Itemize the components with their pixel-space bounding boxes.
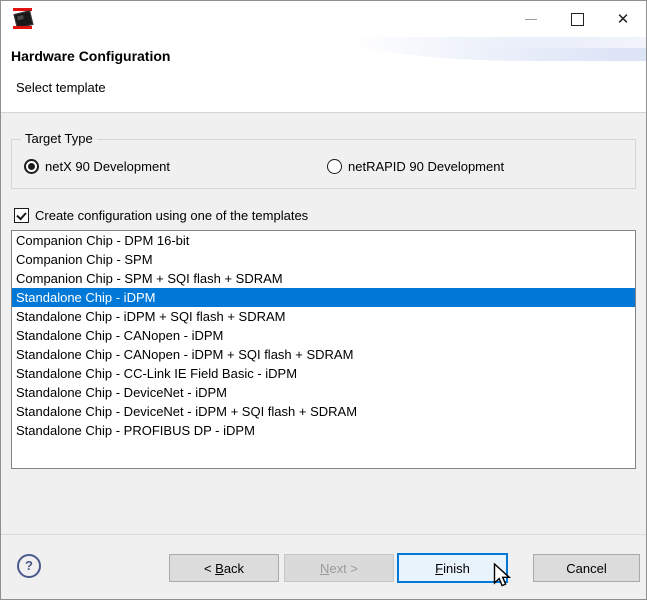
cancel-button[interactable]: Cancel xyxy=(533,554,640,582)
list-item[interactable]: Standalone Chip - PROFIBUS DP - iDPM xyxy=(12,421,635,440)
minimize-button[interactable] xyxy=(508,1,554,37)
template-list[interactable]: Companion Chip - DPM 16-bitCompanion Chi… xyxy=(11,230,636,469)
checkbox-label: Create configuration using one of the te… xyxy=(35,208,308,223)
list-item[interactable]: Companion Chip - DPM 16-bit xyxy=(12,231,635,250)
list-item[interactable]: Companion Chip - SPM + SQI flash + SDRAM xyxy=(12,269,635,288)
maximize-icon xyxy=(571,13,584,26)
wizard-header: Hardware Configuration Select template xyxy=(1,37,646,113)
help-button[interactable]: ? xyxy=(17,554,41,578)
maximize-button[interactable] xyxy=(554,1,600,37)
target-type-legend: Target Type xyxy=(21,131,97,146)
list-item[interactable]: Companion Chip - SPM xyxy=(12,250,635,269)
list-item[interactable]: Standalone Chip - CC-Link IE Field Basic… xyxy=(12,364,635,383)
radio-icon[interactable] xyxy=(327,159,342,174)
netx-chip-icon xyxy=(11,7,35,31)
title-bar[interactable]: ✕ xyxy=(1,1,646,37)
radio-label: netX 90 Development xyxy=(45,159,170,174)
page-subtitle: Select template xyxy=(16,80,106,95)
next-button[interactable]: Next > xyxy=(284,554,394,582)
list-item[interactable]: Standalone Chip - CANopen - iDPM + SQI f… xyxy=(12,345,635,364)
radio-netx-90-development[interactable]: netX 90 Development xyxy=(24,159,170,174)
checkbox-icon[interactable] xyxy=(14,208,29,223)
radio-icon[interactable] xyxy=(24,159,39,174)
hardware-configuration-dialog: ✕ Hardware Configuration Select template… xyxy=(0,0,647,600)
close-button[interactable]: ✕ xyxy=(600,1,646,37)
window-controls: ✕ xyxy=(508,1,646,37)
list-item[interactable]: Standalone Chip - DeviceNet - iDPM + SQI… xyxy=(12,402,635,421)
radio-label: netRAPID 90 Development xyxy=(348,159,504,174)
minimize-icon xyxy=(525,19,537,20)
close-icon: ✕ xyxy=(617,12,630,27)
list-item-selected[interactable]: Standalone Chip - iDPM xyxy=(12,288,635,307)
target-type-group: Target Type netX 90 Development netRAPID… xyxy=(11,139,636,189)
finish-button[interactable]: Finish xyxy=(397,553,508,583)
wizard-content: Target Type netX 90 Development netRAPID… xyxy=(1,113,646,536)
list-item[interactable]: Standalone Chip - iDPM + SQI flash + SDR… xyxy=(12,307,635,326)
page-title: Hardware Configuration xyxy=(11,48,170,64)
back-button[interactable]: < Back xyxy=(169,554,279,582)
create-from-template-checkbox-row[interactable]: Create configuration using one of the te… xyxy=(14,208,308,223)
button-bar: ? < Back Next > Finish Cancel xyxy=(1,534,646,599)
list-item[interactable]: Standalone Chip - DeviceNet - iDPM xyxy=(12,383,635,402)
list-item[interactable]: Standalone Chip - CANopen - iDPM xyxy=(12,326,635,345)
radio-netrapid-90-development[interactable]: netRAPID 90 Development xyxy=(327,159,504,174)
